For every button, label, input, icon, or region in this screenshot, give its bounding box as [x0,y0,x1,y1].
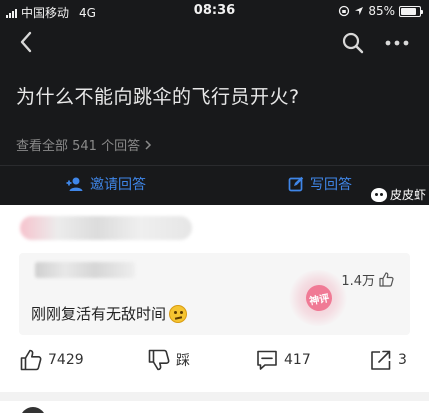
comment-like-button[interactable]: 1.4万 [341,270,394,289]
section-separator [0,392,429,401]
status-bar: 中国移动 4G 08:36 85% [0,0,429,24]
view-all-answers-link[interactable]: 查看全部 541 个回答 [16,135,152,154]
comment-count: 417 [284,352,311,368]
comment-text-label: 刚刚复活有无敌时间 [31,305,167,323]
watermark: 皮皮虾 [371,186,426,203]
chevron-left-icon[interactable] [18,30,34,54]
hot-comment-card[interactable]: 神评 1.4万 刚刚复活有无敌时间 [19,253,410,335]
battery-fill [401,7,417,15]
nav-bar [0,24,429,64]
downvote-button[interactable]: 踩 [148,349,190,371]
comment-icon [257,350,277,370]
battery-icon [399,5,423,17]
comment-text: 刚刚复活有无敌时间 [31,303,188,324]
add-user-icon [66,177,83,191]
stamp-label: 神评 [303,282,335,314]
share-count: 3 [398,352,407,368]
comments-button[interactable]: 417 [256,349,311,371]
write-answer-button[interactable]: 写回答 [288,174,352,194]
rotation-lock-icon [339,5,350,17]
more-horizontal-icon[interactable] [384,32,410,54]
share-icon [371,350,391,370]
watermark-text: 皮皮虾 [390,188,427,202]
thumbs-up-icon [379,272,394,287]
downvote-label: 踩 [176,353,190,369]
question-title[interactable]: 为什么不能向跳伞的飞行员开火? [16,82,300,109]
battery-percent: 85% [368,4,395,18]
write-answer-label: 写回答 [310,177,352,193]
pipixia-logo-icon [371,187,387,202]
thinking-emoji-icon [169,304,188,323]
thumbs-down-icon [148,349,170,371]
answer-action-bar: 7429 踩 417 3 [0,347,429,381]
invite-answer-label: 邀请回答 [90,177,146,193]
next-answer-avatar[interactable] [20,407,46,413]
comment-author-blurred[interactable] [35,262,135,278]
answers-link-label: 查看全部 541 个回答 [16,139,141,154]
invite-answer-button[interactable]: 邀请回答 [66,174,146,194]
share-button[interactable]: 3 [370,349,407,371]
divider [0,165,429,166]
upvote-button[interactable]: 7429 [20,349,84,371]
search-icon[interactable] [342,32,364,54]
edit-icon [288,176,304,192]
upvote-count: 7429 [48,352,84,368]
location-icon [355,7,364,15]
hot-comment-stamp: 神评 [287,270,349,326]
thumbs-up-icon [20,349,42,371]
comment-like-count: 1.4万 [341,274,375,289]
chevron-right-icon [145,139,152,150]
answer-author-blurred[interactable] [20,216,192,240]
status-right: 85% [338,4,423,18]
